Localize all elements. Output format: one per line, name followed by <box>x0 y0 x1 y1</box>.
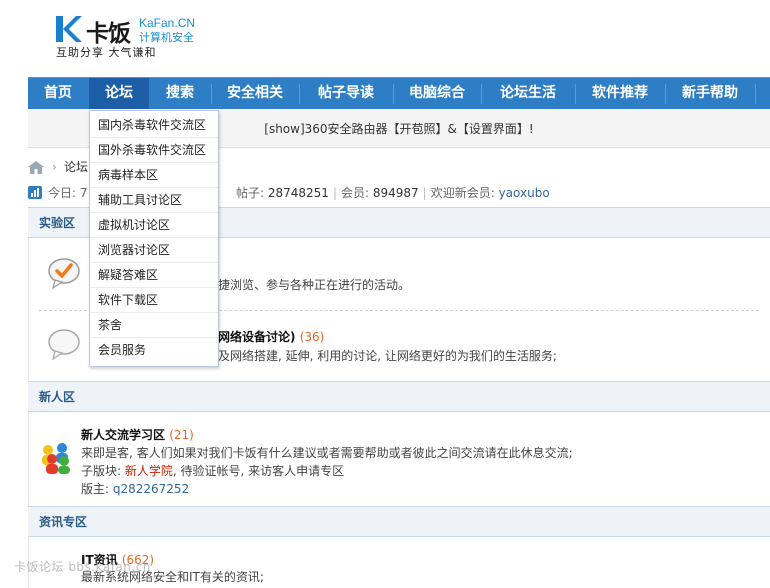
nav-item-guide[interactable]: 帖子导读 <box>300 78 392 109</box>
nav-item-security[interactable]: 安全相关 <box>212 78 298 109</box>
subforum-label: 子版块: <box>81 464 125 478</box>
dropdown-item[interactable]: 辅助工具讨论区 <box>90 188 218 213</box>
nav-item-search[interactable]: 搜索 <box>150 78 210 109</box>
forum-thread-count: (21) <box>169 428 194 442</box>
users-group-icon <box>42 443 70 474</box>
logo-motto: 互助分享 大气谦和 <box>56 46 157 59</box>
forum-name-link[interactable]: 网络设备讨论) (36) <box>218 328 324 345</box>
dropdown-item[interactable]: 虚拟机讨论区 <box>90 213 218 238</box>
nav-item-help[interactable]: 新手帮助 <box>666 78 754 109</box>
nav-item-computer[interactable]: 电脑综合 <box>394 78 480 109</box>
forum-name-text: 网络设备讨论) <box>218 330 296 344</box>
home-icon[interactable] <box>28 161 44 174</box>
dropdown-item[interactable]: 软件下载区 <box>90 288 218 313</box>
dropdown-item[interactable]: 国内杀毒软件交流区 <box>90 113 218 138</box>
subforum-link[interactable]: 新人学院 <box>125 464 173 478</box>
chart-icon <box>28 186 42 199</box>
site-logo[interactable]: 卡饭 KaFan.CN 计算机安全 互助分享 大气谦和 <box>56 14 206 60</box>
subforum-line: 子版块: 新人学院, 待验证帐号, 来访客人申请专区 <box>81 462 344 479</box>
section-header-newbie[interactable]: 新人区 <box>28 381 770 412</box>
stats-welcome-label: 欢迎新会员: <box>430 186 499 200</box>
section-body-newbie: 新人交流学习区 (21) 来即是客, 客人们如果对我们卡饭有什么建议或者需要帮助… <box>28 412 770 506</box>
moderator-label: 版主: <box>81 482 113 496</box>
chevron-right-icon: › <box>52 160 57 174</box>
nav-item-life[interactable]: 论坛生活 <box>482 78 574 109</box>
stats-members-label: 会员: <box>340 186 373 200</box>
breadcrumb-forum[interactable]: 论坛 <box>64 158 88 176</box>
newest-member-link[interactable]: yaoxubo <box>499 186 550 200</box>
forum-description: 来即是客, 客人们如果对我们卡饭有什么建议或者需要帮助或者彼此之间交流请在此休息… <box>81 446 573 460</box>
stats-posts-label: 帖子: <box>236 186 268 200</box>
logo-brand-cn: 卡饭 <box>86 21 131 47</box>
forum-name-link[interactable]: 新人交流学习区 (21) <box>81 426 194 443</box>
nav-item-home[interactable]: 首页 <box>28 78 88 109</box>
dropdown-item[interactable]: 会员服务 <box>90 338 218 363</box>
forum-dropdown-menu: 国内杀毒软件交流区 国外杀毒软件交流区 病毒样本区 辅助工具讨论区 虚拟机讨论区… <box>89 110 219 367</box>
stats-today: 今日: 7 <box>48 186 88 200</box>
announcement-link[interactable]: [show]360安全路由器【开苞照】&【设置界面】! <box>264 122 533 136</box>
main-nav: 首页 论坛 搜索 安全相关 帖子导读 电脑综合 论坛生活 软件推荐 新手帮助 <box>28 77 770 109</box>
section-header-news[interactable]: 资讯专区 <box>28 506 770 537</box>
stats-divider: | <box>332 186 337 200</box>
logo-tagline: 计算机安全 <box>139 31 194 44</box>
nav-divider <box>755 84 756 104</box>
stats-rest: 帖子: 28748251 | 会员: 894987 | 欢迎新会员: yaoxubo <box>236 184 550 202</box>
forum-new-posts-icon <box>48 258 80 290</box>
dropdown-item[interactable]: 浏览器讨论区 <box>90 238 218 263</box>
stats-posts-value: 28748251 <box>267 186 329 200</box>
logo-brand-en: KaFan.CN <box>139 16 196 30</box>
dropdown-item[interactable]: 茶舍 <box>90 313 218 338</box>
forum-description: 及网络搭建, 延伸, 利用的讨论, 让网络更好的为我们的生活服务; <box>218 349 557 363</box>
nav-item-software[interactable]: 软件推荐 <box>576 78 664 109</box>
subforum-rest: , 待验证帐号, 来访客人申请专区 <box>172 464 345 478</box>
stats-members-value: 894987 <box>372 186 419 200</box>
moderator-line: 版主: q282267252 <box>81 480 189 497</box>
nav-item-forum[interactable]: 论坛 <box>89 78 149 109</box>
watermark: 卡饭论坛 bbs.kafan.cn <box>14 560 151 574</box>
moderator-link[interactable]: q282267252 <box>113 482 189 496</box>
forum-description: 捷浏览、参与各种正在进行的活动。 <box>218 278 411 292</box>
dropdown-item[interactable]: 解疑答难区 <box>90 263 218 288</box>
forum-no-new-posts-icon <box>48 329 80 361</box>
dropdown-item[interactable]: 病毒样本区 <box>90 163 218 188</box>
dropdown-item[interactable]: 国外杀毒软件交流区 <box>90 138 218 163</box>
logo-k-icon <box>56 16 82 42</box>
stats-divider: | <box>422 186 427 200</box>
forum-name-text: 新人交流学习区 <box>81 428 166 442</box>
forum-thread-count: (36) <box>299 330 325 344</box>
